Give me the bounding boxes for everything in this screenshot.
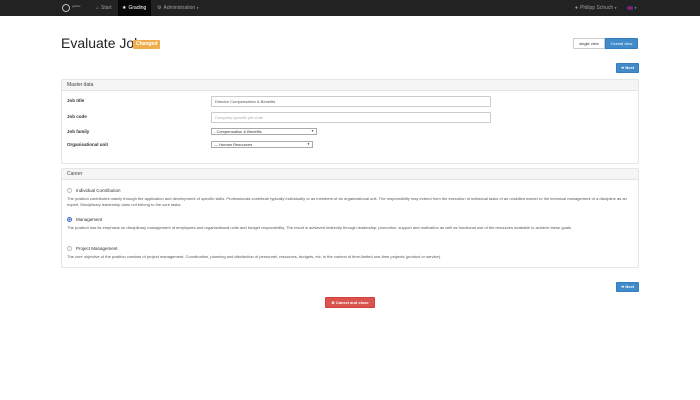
user-icon: ● — [575, 5, 579, 11]
career-description: The position has its emphasis on discipl… — [67, 225, 573, 230]
nav-item-administration[interactable]: ⚙ Administration▼ — [153, 0, 203, 16]
nav-item-label: Start — [101, 5, 112, 11]
nav-item-start[interactable]: ⌂ Start — [92, 0, 117, 16]
org-unit-value: — Human Resources — [214, 142, 253, 147]
career-description: The position contributes mainly through … — [67, 196, 627, 207]
overall-view-button[interactable]: Overall view — [605, 38, 638, 49]
gear-icon: ⚙ — [157, 5, 162, 11]
job-title-label: Job title — [67, 98, 85, 103]
logo-icon[interactable] — [62, 4, 70, 12]
chevron-down-icon: ▼ — [311, 129, 314, 133]
career-option-management[interactable]: Management — [67, 216, 102, 222]
career-option-project[interactable]: Project Management — [67, 245, 118, 251]
nav-item-label: Administration — [163, 5, 196, 11]
job-title-input[interactable]: Director Compensation & Benefits — [211, 96, 491, 107]
job-family-value: - Compensation & Benefits — [214, 129, 262, 134]
radio-management[interactable] — [67, 216, 72, 222]
career-option-individual[interactable]: Individual Contribution — [67, 187, 121, 193]
chevron-down-icon: ▼ — [196, 6, 200, 10]
radio-project[interactable] — [67, 245, 72, 251]
job-code-input[interactable]: Company-specific job code — [211, 112, 491, 123]
next-button-label: Next — [625, 284, 635, 289]
radio-label: Individual Contribution — [76, 187, 121, 193]
job-family-select[interactable]: - Compensation & Benefits ▼ — [211, 128, 317, 135]
career-description: The core objective of the position consi… — [67, 254, 442, 259]
next-button-bottom[interactable]: ➜ Next — [616, 282, 639, 292]
cancel-button[interactable]: ⊗ Cancel and close — [325, 297, 375, 308]
star-icon: ★ — [122, 5, 127, 11]
page-title: Evaluate Job — [61, 35, 142, 51]
panel-heading: Master data — [62, 80, 638, 91]
next-button-label: Next — [625, 65, 635, 70]
radio-label: Management — [76, 216, 103, 222]
en-flag-icon — [627, 5, 633, 10]
chevron-down-icon: ▼ — [634, 6, 637, 10]
status-badge: Changed — [133, 40, 161, 49]
radio-individual[interactable] — [67, 187, 72, 193]
user-menu[interactable]: ● Philipp Schuch▼ — [575, 0, 625, 16]
career-panel: Career Individual Contribution The posit… — [61, 168, 639, 268]
radio-label: Project Management — [76, 245, 118, 251]
top-navbar: grader ⌂ Start ★ Grading ⚙ Administration▼ … — [0, 0, 700, 16]
view-toggle: single view Overall view — [573, 38, 638, 49]
nav-item-label: Grading — [128, 5, 147, 11]
home-icon: ⌂ — [96, 5, 100, 11]
logo-text[interactable]: grader — [72, 5, 81, 8]
next-button-top[interactable]: ➜ Next — [616, 63, 639, 73]
chevron-down-icon: ▼ — [307, 142, 310, 146]
user-name: Philipp Schuch — [580, 5, 614, 11]
job-code-label: Job code — [67, 114, 87, 119]
language-menu[interactable]: ▼ — [627, 0, 641, 16]
chevron-down-icon: ▼ — [614, 6, 618, 10]
master-data-panel: Master data Job title Director Compensat… — [61, 79, 639, 164]
nav-item-grading[interactable]: ★ Grading — [118, 0, 151, 16]
org-unit-select[interactable]: — Human Resources ▼ — [211, 141, 313, 148]
panel-heading: Career — [62, 169, 638, 180]
single-view-button[interactable]: single view — [573, 38, 605, 49]
org-unit-label: Organisational unit — [67, 142, 109, 147]
job-family-label: Job family — [67, 129, 90, 134]
cancel-button-label: Cancel and close — [335, 300, 369, 305]
